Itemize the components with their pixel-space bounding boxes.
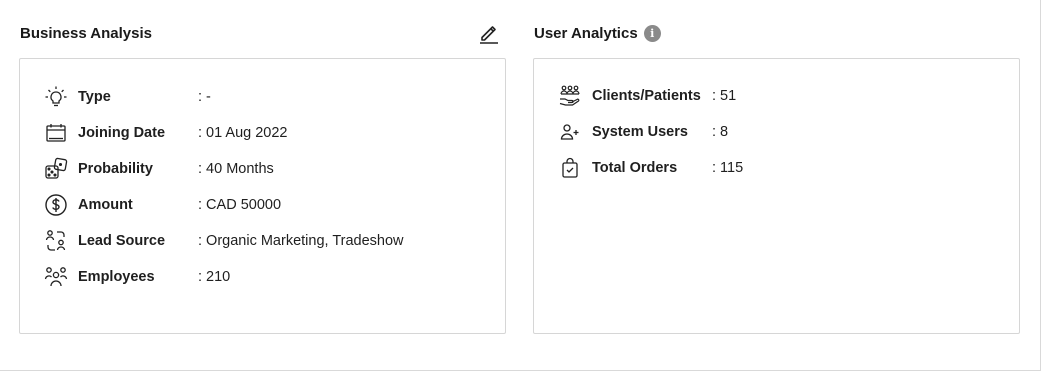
user-plus-icon xyxy=(558,120,582,144)
employees-icon xyxy=(44,265,68,289)
business-analysis-title: Business Analysis xyxy=(20,25,152,42)
user-analytics-title-text: User Analytics xyxy=(534,25,638,42)
lead-source-label: Lead Source xyxy=(78,233,166,249)
business-analysis-title-text: Business Analysis xyxy=(20,25,153,42)
business-row-probability: Probability : 40 Months xyxy=(44,157,274,181)
probability-label: Probability xyxy=(78,161,153,177)
business-analysis-card: Type : - Joining Date : 01 Aug 2022 Prob… xyxy=(19,58,506,334)
employees-value: : 210 xyxy=(198,269,231,285)
user-analytics-card: Clients/Patients : 51 System Users : 8 T… xyxy=(533,58,1020,334)
amount-value: : CAD 50000 xyxy=(198,197,282,213)
business-row-lead-source: Lead Source : Organic Marketing, Tradesh… xyxy=(44,229,404,253)
system-users-label: System Users xyxy=(592,124,688,140)
business-row-amount: Amount : CAD 50000 xyxy=(44,193,281,217)
analytics-row-total-orders: Total Orders : 115 xyxy=(558,156,743,180)
business-row-joining-date: Joining Date : 01 Aug 2022 xyxy=(44,121,288,145)
probability-value: : 40 Months xyxy=(198,161,274,177)
edit-button[interactable] xyxy=(478,22,500,44)
info-icon[interactable]: i xyxy=(643,25,661,42)
lead-source-icon xyxy=(44,229,68,253)
lead-source-value: : Organic Marketing, Tradeshow xyxy=(198,233,404,249)
type-value: : - xyxy=(198,89,211,105)
clients-hand-icon xyxy=(558,84,582,108)
clients-patients-label: Clients/Patients xyxy=(592,88,701,104)
system-users-value: : 8 xyxy=(712,124,729,140)
business-row-type: Type : - xyxy=(44,85,211,109)
employees-label: Employees xyxy=(78,269,155,285)
pencil-icon xyxy=(480,26,498,44)
business-row-employees: Employees : 210 xyxy=(44,265,230,289)
user-analytics-title: User Analytics i xyxy=(534,25,661,42)
dice-icon xyxy=(44,157,68,181)
dollar-circle-icon xyxy=(44,193,68,217)
total-orders-value: : 115 xyxy=(712,160,744,176)
joining-date-label: Joining Date xyxy=(78,125,166,141)
calendar-icon xyxy=(44,121,68,145)
total-orders-label: Total Orders xyxy=(592,160,678,176)
analytics-row-system-users: System Users : 8 xyxy=(558,120,728,144)
shopping-bag-icon xyxy=(558,156,582,180)
lightbulb-icon xyxy=(44,85,68,109)
type-label: Type xyxy=(78,89,111,105)
joining-date-value: : 01 Aug 2022 xyxy=(198,125,288,141)
clients-patients-value: : 51 xyxy=(712,88,737,104)
amount-label: Amount xyxy=(78,197,133,213)
analytics-row-clients: Clients/Patients : 51 xyxy=(558,84,736,108)
